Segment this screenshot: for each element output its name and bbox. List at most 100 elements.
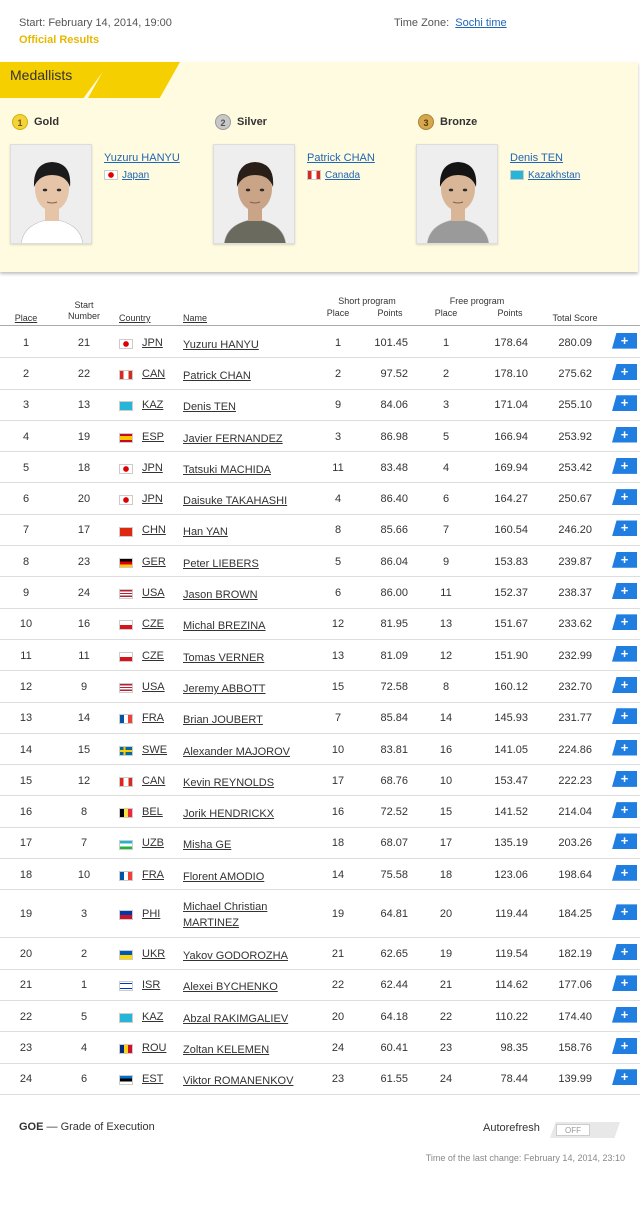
athlete-name[interactable]: Misha GE: [183, 837, 303, 853]
header-fp-place[interactable]: Place: [426, 308, 466, 319]
expand-button[interactable]: +: [612, 1006, 637, 1023]
expand-button[interactable]: +: [612, 864, 637, 881]
expand-button[interactable]: +: [612, 739, 637, 756]
country-code[interactable]: GER: [142, 556, 166, 568]
expand-button[interactable]: +: [612, 363, 637, 380]
expand-button[interactable]: +: [612, 457, 637, 474]
country-link[interactable]: Kazakhstan: [528, 170, 580, 181]
athlete-name[interactable]: Michal BREZINA: [183, 618, 303, 634]
expand-button[interactable]: +: [612, 520, 637, 537]
country-code[interactable]: USA: [142, 681, 165, 693]
place: 16: [19, 806, 33, 819]
header-place[interactable]: Place: [0, 313, 52, 324]
country-code[interactable]: PHI: [142, 908, 160, 920]
expand-button[interactable]: +: [612, 551, 637, 568]
expand-button[interactable]: +: [612, 708, 637, 725]
country-code[interactable]: CAN: [142, 775, 165, 787]
athlete-name[interactable]: Yakov GODOROZHA: [183, 948, 303, 964]
athlete-name[interactable]: Patrick CHAN: [183, 368, 303, 384]
country-code[interactable]: CAN: [142, 368, 165, 380]
header-sp-place[interactable]: Place: [318, 308, 358, 319]
athlete-name[interactable]: Denis TEN: [183, 399, 303, 415]
athlete-name[interactable]: Javier FERNANDEZ: [183, 431, 303, 447]
athlete-name[interactable]: Alexander MAJOROV: [183, 744, 303, 760]
country-code[interactable]: FRA: [142, 869, 164, 881]
expand-button[interactable]: +: [612, 770, 637, 787]
header-country[interactable]: Country: [119, 313, 151, 324]
country-code[interactable]: JPN: [142, 337, 163, 349]
header-sp-points[interactable]: Points: [366, 308, 414, 319]
athlete-name[interactable]: Brian JOUBERT: [183, 712, 303, 728]
expand-button[interactable]: +: [612, 975, 637, 992]
athlete-name[interactable]: Peter LIEBERS: [183, 556, 303, 572]
athlete-name[interactable]: Kevin REYNOLDS: [183, 775, 303, 791]
expand-button[interactable]: +: [612, 645, 637, 662]
expand-button[interactable]: +: [612, 489, 637, 506]
expand-button[interactable]: +: [612, 944, 637, 961]
country-code[interactable]: KAZ: [142, 399, 163, 411]
expand-button[interactable]: +: [612, 1069, 637, 1086]
country-code[interactable]: CZE: [142, 650, 164, 662]
athlete-name[interactable]: Jorik HENDRICKX: [183, 806, 303, 822]
header-start-number[interactable]: Start Number: [62, 300, 106, 322]
header-fp-points[interactable]: Points: [486, 308, 534, 319]
medallist-name[interactable]: Yuzuru HANYU: [104, 152, 180, 164]
expand-button[interactable]: +: [612, 1037, 637, 1054]
header-total-score[interactable]: Total Score: [542, 313, 608, 324]
expand-button[interactable]: +: [612, 395, 637, 412]
fp-points: 160.12: [494, 680, 528, 693]
country-code[interactable]: USA: [142, 587, 165, 599]
athlete-name[interactable]: Tatsuki MACHIDA: [183, 462, 303, 478]
country-code[interactable]: KAZ: [142, 1011, 163, 1023]
goe-legend: GOE — Grade of Execution: [19, 1121, 155, 1133]
goe-text: — Grade of Execution: [43, 1121, 155, 1133]
expand-button[interactable]: +: [612, 802, 637, 819]
athlete-name[interactable]: Abzal RAKIMGALIEV: [183, 1011, 303, 1027]
athlete-name[interactable]: Michael Christian MARTINEZ: [183, 899, 303, 931]
athlete-name[interactable]: Daisuke TAKAHASHI: [183, 493, 303, 509]
country-code[interactable]: ISR: [142, 979, 160, 991]
country-code[interactable]: EST: [142, 1073, 163, 1085]
athlete-name[interactable]: Viktor ROMANENKOV: [183, 1073, 303, 1089]
total-score: 275.62: [558, 367, 592, 380]
country-code[interactable]: SWE: [142, 744, 167, 756]
medallist-name[interactable]: Denis TEN: [510, 152, 563, 164]
autorefresh-toggle[interactable]: OFF: [550, 1122, 620, 1138]
athlete-name[interactable]: Han YAN: [183, 524, 303, 540]
country-code[interactable]: UKR: [142, 948, 165, 960]
expand-button[interactable]: +: [612, 676, 637, 693]
country-link[interactable]: Japan: [122, 170, 149, 181]
timezone-link[interactable]: Sochi time: [455, 17, 506, 29]
country-code[interactable]: FRA: [142, 712, 164, 724]
athlete-photo: [213, 144, 295, 244]
athlete-name[interactable]: Florent AMODIO: [183, 869, 303, 885]
header-name[interactable]: Name: [183, 313, 207, 324]
athlete-name[interactable]: Jason BROWN: [183, 587, 303, 603]
country-code[interactable]: JPN: [142, 462, 163, 474]
expand-button[interactable]: +: [612, 614, 637, 631]
athlete-name[interactable]: Jeremy ABBOTT: [183, 681, 303, 697]
place: 20: [19, 948, 33, 961]
sp-points: 83.81: [380, 743, 408, 756]
country-code[interactable]: BEL: [142, 806, 163, 818]
athlete-name[interactable]: Yuzuru HANYU: [183, 337, 303, 353]
expand-button[interactable]: +: [612, 426, 637, 443]
athlete-name[interactable]: Tomas VERNER: [183, 650, 303, 666]
country-code[interactable]: ESP: [142, 431, 164, 443]
expand-button[interactable]: +: [612, 833, 637, 850]
expand-button[interactable]: +: [612, 904, 637, 921]
country-code[interactable]: CHN: [142, 524, 166, 536]
expand-button[interactable]: +: [612, 583, 637, 600]
expand-button[interactable]: +: [612, 332, 637, 349]
medallists-banner: Medallists: [0, 62, 180, 98]
medallist-name[interactable]: Patrick CHAN: [307, 152, 375, 164]
country-link[interactable]: Canada: [325, 170, 360, 181]
athlete-name[interactable]: Alexei BYCHENKO: [183, 979, 303, 995]
country-code[interactable]: JPN: [142, 493, 163, 505]
country-code[interactable]: CZE: [142, 618, 164, 630]
medal-type: Bronze: [440, 116, 478, 128]
table-row: 12 9 USA Jeremy ABBOTT 15 72.58 8 160.12…: [0, 671, 640, 703]
country-code[interactable]: ROU: [142, 1042, 166, 1054]
country-code[interactable]: UZB: [142, 837, 164, 849]
athlete-name[interactable]: Zoltan KELEMEN: [183, 1042, 303, 1058]
